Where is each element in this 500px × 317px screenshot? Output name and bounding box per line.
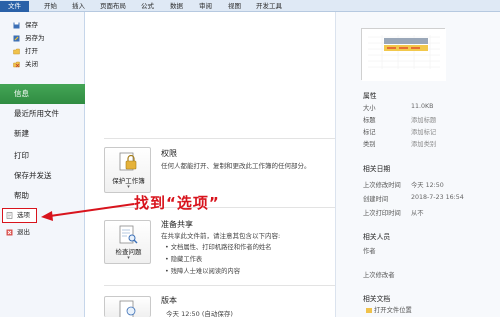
sidebar-item-save[interactable]: 保存 (0, 19, 85, 32)
check-issues-button[interactable]: 检查问题 ▾ (104, 220, 151, 264)
protect-workbook-button[interactable]: 保护工作簿 ▾ (104, 147, 151, 193)
add-title-field[interactable]: 添加标题 (411, 115, 436, 124)
options-icon (6, 212, 13, 219)
sidebar-item-open[interactable]: 打开 (0, 45, 85, 58)
link-text: 打开文件位置 (374, 307, 412, 314)
section-divider (104, 285, 339, 286)
permissions-description: 任何人都能打开、复制和更改此工作簿的任何部分。 (161, 162, 311, 170)
sidebar-item-save-as[interactable]: 另存为 (0, 32, 85, 45)
tab-data[interactable]: 数据 (170, 1, 183, 12)
inspect-document-icon (117, 225, 139, 245)
sidebar-item-save-send[interactable]: 保存并发送 (0, 166, 85, 186)
sidebar-item-new[interactable]: 新建 (0, 124, 85, 144)
tab-file[interactable]: 文件 (0, 1, 29, 12)
property-label: 上次修改者 (363, 272, 395, 279)
property-value-created: 2018-7-23 16:54 (411, 194, 464, 201)
thumbnail-preview (362, 29, 446, 81)
versions-title: 版本 (161, 296, 177, 305)
sidebar-item-label: 保存 (25, 21, 38, 29)
open-file-location-link[interactable]: 打开文件位置 (366, 305, 412, 314)
bullet-text: 残障人士难以阅读的内容 (170, 268, 240, 275)
related-people-header: 相关人员 (363, 233, 391, 241)
tab-developer[interactable]: 开发工具 (256, 1, 282, 12)
section-divider (104, 138, 339, 139)
document-thumbnail[interactable] (361, 28, 446, 81)
chevron-down-icon: ▾ (127, 184, 130, 190)
manage-versions-button[interactable] (104, 296, 151, 317)
tab-review[interactable]: 审阅 (199, 1, 212, 12)
sidebar-item-close[interactable]: 关闭 (0, 58, 85, 71)
save-icon (13, 22, 20, 29)
sidebar-item-recent[interactable]: 最近所用文件 (0, 104, 85, 124)
open-folder-icon (13, 48, 20, 55)
prepare-sharing-description: 在共享此文件前，请注意其包含以下内容: (161, 232, 281, 240)
bullet-text: 隐藏工作表 (170, 256, 203, 263)
tab-insert[interactable]: 插入 (72, 1, 85, 12)
sidebar-item-label: 打开 (25, 47, 38, 55)
property-label: 上次打印时间 (363, 210, 401, 217)
properties-header[interactable]: 属性 (363, 90, 377, 100)
chevron-down-icon: ▾ (127, 255, 130, 261)
property-label: 标记 (363, 129, 376, 136)
add-tag-field[interactable]: 添加标记 (411, 127, 436, 136)
property-label: 标题 (363, 117, 376, 124)
tab-home[interactable]: 开始 (44, 1, 57, 12)
save-as-icon (13, 35, 20, 42)
prepare-bullet: • 文档属性、打印机路径和作者的姓名 (165, 244, 272, 251)
tab-view[interactable]: 视图 (228, 1, 241, 12)
lock-document-icon (117, 152, 139, 172)
sidebar-item-print[interactable]: 打印 (0, 146, 85, 166)
prepare-bullet: • 隐藏工作表 (165, 256, 203, 263)
permissions-title: 权限 (161, 149, 177, 158)
property-value-size: 11.0KB (411, 103, 434, 110)
sidebar-item-label: 关闭 (25, 60, 38, 68)
tab-formulas[interactable]: 公式 (141, 1, 154, 12)
sidebar-item-exit[interactable]: 退出 (0, 226, 85, 239)
version-entry[interactable]: 今天 12:50 (自动保存) (166, 308, 276, 317)
tab-page-layout[interactable]: 页面布局 (100, 1, 126, 12)
add-category-field[interactable]: 添加类别 (411, 139, 436, 148)
property-label: 大小 (363, 105, 376, 112)
property-label: 上次修改时间 (363, 182, 401, 189)
property-label: 类别 (363, 141, 376, 148)
sidebar-item-info[interactable]: 信息 (0, 84, 85, 104)
folder-icon (366, 307, 372, 313)
exit-icon (6, 229, 13, 236)
sidebar-item-label: 选项 (17, 211, 30, 219)
property-value-modified: 今天 12:50 (411, 182, 444, 189)
find-options-annotation: 找到“选项” (134, 194, 220, 212)
sidebar-item-label: 退出 (17, 228, 30, 236)
property-label: 创建时间 (363, 196, 389, 203)
annotation-arrow-icon (41, 203, 135, 221)
property-value-printed: 从不 (411, 210, 424, 217)
bullet-text: 文档属性、打印机路径和作者的姓名 (170, 244, 272, 251)
related-dates-header: 相关日期 (363, 165, 391, 173)
related-documents-header: 相关文档 (363, 295, 391, 303)
close-file-icon (13, 61, 20, 68)
ribbon-tab-bar: 文件 开始 插入 页面布局 公式 数据 审阅 视图 开发工具 (0, 0, 500, 12)
sidebar-item-label: 另存为 (25, 34, 45, 42)
prepare-sharing-title: 准备共享 (161, 220, 193, 229)
prepare-bullet: • 残障人士难以阅读的内容 (165, 268, 240, 275)
property-label: 作者 (363, 248, 376, 255)
versions-icon (117, 300, 139, 317)
